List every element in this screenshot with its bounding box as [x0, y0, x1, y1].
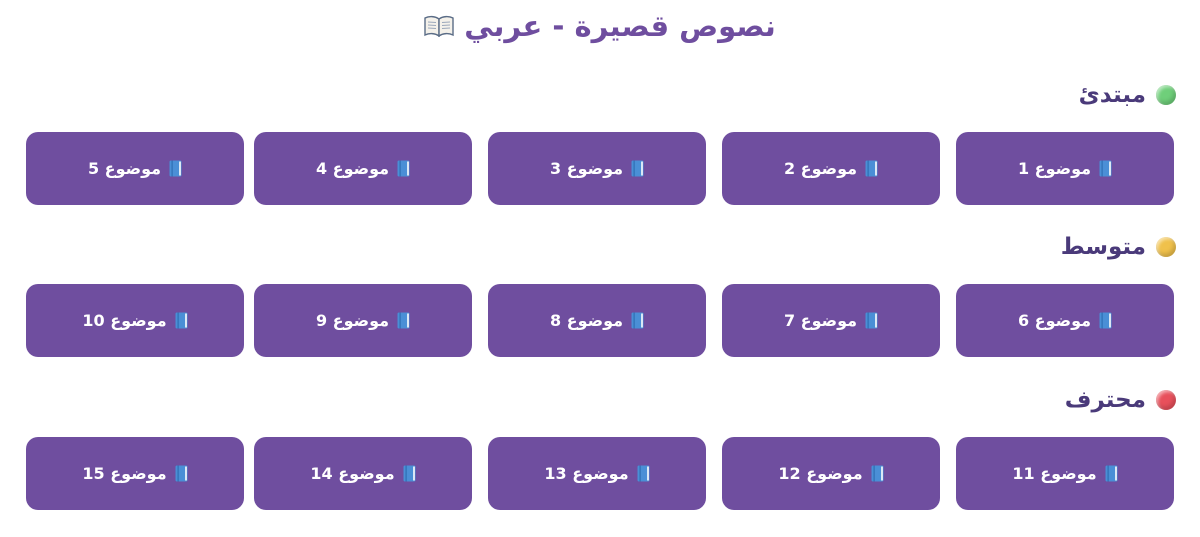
topic-label: موضوع 8 [549, 311, 624, 330]
blue-book-icon [631, 312, 644, 329]
topic-button-11[interactable]: موضوع 11 [956, 437, 1174, 510]
topic-label: موضوع 14 [310, 464, 395, 483]
blue-book-icon [175, 312, 188, 329]
topic-label: موضوع 10 [82, 311, 167, 330]
topic-button-2[interactable]: موضوع 2 [722, 132, 940, 205]
topic-button-6[interactable]: موضوع 6 [956, 284, 1174, 357]
yellow-circle-icon [1156, 237, 1176, 257]
blue-book-icon [1099, 312, 1112, 329]
blue-book-icon [397, 160, 410, 177]
topic-label: موضوع 2 [783, 159, 858, 178]
topic-button-10[interactable]: موضوع 10 [26, 284, 244, 357]
topic-label: موضوع 7 [783, 311, 858, 330]
blue-book-icon [397, 312, 410, 329]
blue-book-icon [631, 160, 644, 177]
blue-book-icon [1105, 465, 1118, 482]
topic-label: موضوع 11 [1012, 464, 1097, 483]
topic-label: موضوع 5 [87, 159, 162, 178]
topic-label: موضوع 4 [315, 159, 390, 178]
topic-label: موضوع 15 [82, 464, 167, 483]
topic-label: موضوع 9 [315, 311, 390, 330]
topic-button-8[interactable]: موضوع 8 [488, 284, 706, 357]
topic-button-7[interactable]: موضوع 7 [722, 284, 940, 357]
topic-button-13[interactable]: موضوع 13 [488, 437, 706, 510]
blue-book-icon [865, 160, 878, 177]
section-header-beginner: مبتدئ [1079, 80, 1176, 110]
blue-book-icon [1099, 160, 1112, 177]
section-title: متوسط [1060, 234, 1146, 260]
topic-button-14[interactable]: موضوع 14 [254, 437, 472, 510]
page-title: نصوص قصيرة - عربي [0, 4, 1200, 48]
page-title-text: نصوص قصيرة - عربي [464, 9, 776, 43]
topic-label: موضوع 3 [549, 159, 624, 178]
topic-label: موضوع 1 [1017, 159, 1092, 178]
section-header-advanced: محترف [1065, 385, 1176, 415]
topic-button-9[interactable]: موضوع 9 [254, 284, 472, 357]
topics-row-beginner: موضوع 1 موضوع 2 موضوع 3 موضوع 4 موضوع 5 [0, 132, 1200, 206]
blue-book-icon [175, 465, 188, 482]
blue-book-icon [403, 465, 416, 482]
blue-book-icon [871, 465, 884, 482]
topic-button-4[interactable]: موضوع 4 [254, 132, 472, 205]
topic-button-15[interactable]: موضوع 15 [26, 437, 244, 510]
topic-button-3[interactable]: موضوع 3 [488, 132, 706, 205]
blue-book-icon [865, 312, 878, 329]
open-book-icon [424, 15, 454, 37]
section-header-intermediate: متوسط [1061, 232, 1176, 262]
topic-label: موضوع 13 [544, 464, 629, 483]
red-circle-icon [1156, 390, 1176, 410]
topic-button-12[interactable]: موضوع 12 [722, 437, 940, 510]
topic-label: موضوع 12 [778, 464, 863, 483]
topics-row-advanced: موضوع 11 موضوع 12 موضوع 13 موضوع 14 موضو… [0, 437, 1200, 511]
green-circle-icon [1156, 85, 1176, 105]
blue-book-icon [637, 465, 650, 482]
topic-button-1[interactable]: موضوع 1 [956, 132, 1174, 205]
section-title: مبتدئ [1078, 82, 1146, 108]
topic-button-5[interactable]: موضوع 5 [26, 132, 244, 205]
topics-row-intermediate: موضوع 6 موضوع 7 موضوع 8 موضوع 9 موضوع 10 [0, 284, 1200, 358]
topic-label: موضوع 6 [1017, 311, 1092, 330]
section-title: محترف [1064, 387, 1146, 413]
blue-book-icon [169, 160, 182, 177]
